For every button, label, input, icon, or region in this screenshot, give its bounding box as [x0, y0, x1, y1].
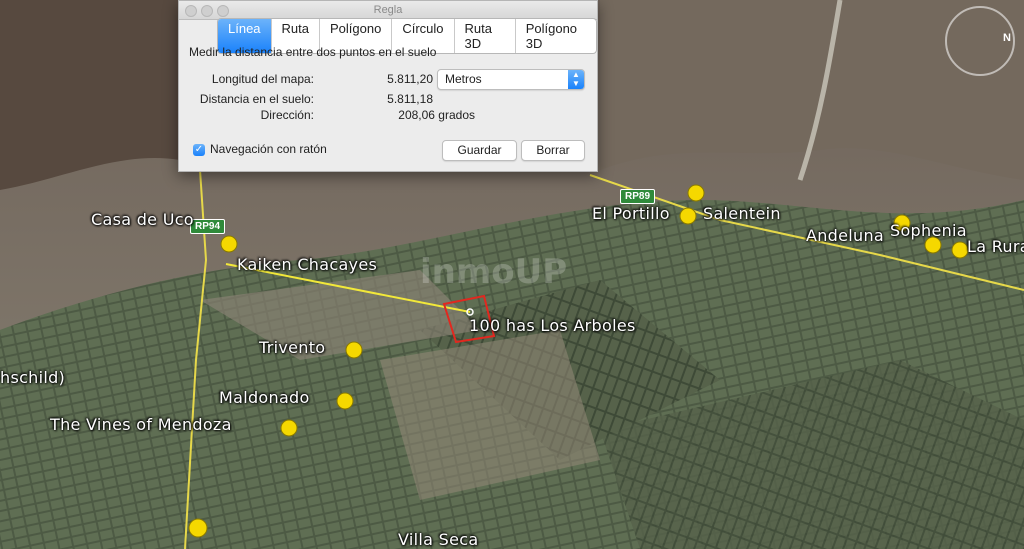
place-label[interactable]: hschild)	[0, 368, 65, 387]
place-label[interactable]: Salentein	[703, 204, 781, 223]
ground-distance-label: Distancia en el suelo:	[199, 92, 314, 106]
place-label[interactable]: Sophenia	[890, 221, 967, 240]
close-icon[interactable]	[185, 5, 197, 17]
save-button[interactable]: Guardar	[442, 140, 517, 161]
place-label[interactable]: El Portillo	[592, 204, 670, 223]
tab-poligono-3d[interactable]: Polígono 3D	[516, 19, 596, 53]
place-label[interactable]: Trivento	[259, 338, 325, 357]
road-shield-rp94: RP94	[190, 219, 226, 234]
place-label[interactable]: Maldonado	[219, 388, 310, 407]
place-label[interactable]: Kaiken Chacayes	[237, 255, 377, 274]
tab-ruta-3d[interactable]: Ruta 3D	[455, 19, 516, 53]
place-label[interactable]: The Vines of Mendoza	[50, 415, 232, 434]
chevron-updown-icon: ▲ ▼	[568, 70, 584, 89]
map-length-label: Longitud del mapa:	[211, 72, 314, 86]
minimize-icon[interactable]	[201, 5, 213, 17]
heading-label: Dirección:	[260, 108, 314, 122]
ground-distance-value: 5.811,18	[387, 92, 433, 106]
place-label[interactable]: La Rura	[967, 237, 1024, 256]
place-label[interactable]: Andeluna	[806, 226, 884, 245]
inmoup-watermark: inmoUP	[420, 252, 568, 292]
clear-button[interactable]: Borrar	[521, 140, 585, 161]
heading-value: 208,06 grados	[398, 108, 475, 122]
map-length-value: 5.811,20	[387, 72, 433, 86]
measure-description: Medir la distancia entre dos puntos en e…	[189, 45, 437, 59]
road-shield-rp89: RP89	[620, 189, 656, 204]
mouse-nav-label[interactable]: Navegación con ratón	[210, 142, 327, 156]
compass-icon[interactable]: N	[945, 6, 1015, 76]
dialog-title: Regla	[373, 4, 403, 16]
place-label[interactable]: Casa de Uco	[91, 210, 194, 229]
unit-select[interactable]: Metros ▲ ▼	[437, 69, 585, 90]
place-label[interactable]: Villa Seca	[398, 530, 478, 549]
ruler-dialog: Regla Línea Ruta Polígono Círculo Ruta 3…	[178, 0, 598, 172]
unit-select-value: Metros	[445, 72, 482, 86]
place-label[interactable]: 100 has Los Arboles	[469, 316, 636, 335]
compass-north-letter: N	[1003, 32, 1011, 44]
zoom-icon[interactable]	[217, 5, 229, 17]
mouse-nav-checkbox[interactable]: ✓	[193, 144, 205, 156]
